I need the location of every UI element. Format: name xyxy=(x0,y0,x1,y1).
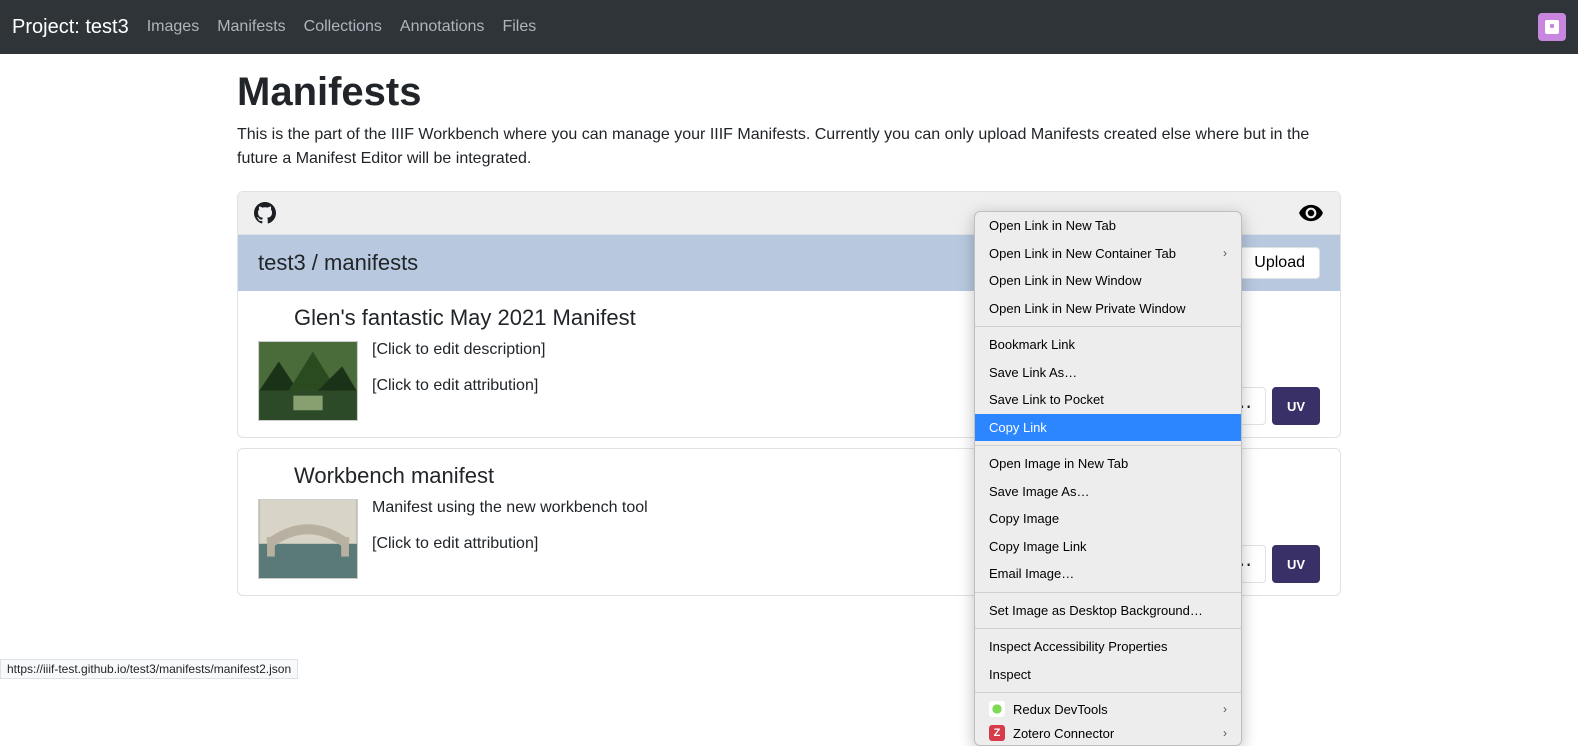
ctx-email-image[interactable]: Email Image… xyxy=(975,560,1241,588)
ctx-open-link-new-container[interactable]: Open Link in New Container Tab› xyxy=(975,240,1241,268)
ctx-ext-redux[interactable]: Redux DevTools› xyxy=(975,697,1241,721)
avatar[interactable] xyxy=(1538,13,1566,41)
ctx-ext-zotero[interactable]: ZZotero Connector› xyxy=(975,721,1241,745)
ctx-separator xyxy=(975,326,1241,327)
context-menu: Open Link in New Tab Open Link in New Co… xyxy=(974,211,1242,746)
status-url: https://iiif-test.github.io/test3/manife… xyxy=(0,659,298,679)
github-icon[interactable] xyxy=(254,202,276,224)
upload-button[interactable]: Upload xyxy=(1239,247,1320,279)
ctx-copy-link[interactable]: Copy Link xyxy=(975,414,1241,442)
nav-link-manifests[interactable]: Manifests xyxy=(217,18,285,36)
zotero-icon: Z xyxy=(989,725,1005,741)
page-title: Manifests xyxy=(237,70,1341,115)
ctx-open-image-new-tab[interactable]: Open Image in New Tab xyxy=(975,450,1241,478)
ctx-copy-image-link[interactable]: Copy Image Link xyxy=(975,533,1241,561)
ctx-copy-image[interactable]: Copy Image xyxy=(975,505,1241,533)
ctx-open-link-new-window[interactable]: Open Link in New Window xyxy=(975,267,1241,295)
uv-button[interactable]: UV xyxy=(1272,387,1320,425)
eye-icon[interactable] xyxy=(1298,200,1324,226)
ctx-save-image-as[interactable]: Save Image As… xyxy=(975,478,1241,506)
nav-link-images[interactable]: Images xyxy=(147,18,199,36)
chevron-right-icon: › xyxy=(1223,702,1227,716)
ctx-separator xyxy=(975,628,1241,629)
nav-link-files[interactable]: Files xyxy=(502,18,536,36)
ctx-save-link-as[interactable]: Save Link As… xyxy=(975,359,1241,387)
project-title: Project: test3 xyxy=(12,16,129,39)
uv-button[interactable]: UV xyxy=(1272,545,1320,583)
chevron-right-icon: › xyxy=(1223,726,1227,740)
chevron-right-icon: › xyxy=(1223,244,1227,262)
ctx-separator xyxy=(975,592,1241,593)
ctx-bookmark-link[interactable]: Bookmark Link xyxy=(975,331,1241,359)
ctx-separator xyxy=(975,445,1241,446)
nav-link-collections[interactable]: Collections xyxy=(304,18,382,36)
breadcrumb[interactable]: test3 / manifests xyxy=(258,250,418,276)
ctx-open-link-new-tab[interactable]: Open Link in New Tab xyxy=(975,212,1241,240)
redux-icon xyxy=(989,701,1005,717)
manifest-thumbnail[interactable] xyxy=(258,499,358,579)
ctx-separator xyxy=(975,692,1241,693)
navbar: Project: test3 Images Manifests Collecti… xyxy=(0,0,1578,54)
ctx-open-link-private[interactable]: Open Link in New Private Window xyxy=(975,295,1241,323)
nav-link-annotations[interactable]: Annotations xyxy=(400,18,485,36)
ctx-inspect[interactable]: Inspect xyxy=(975,661,1241,689)
page-intro: This is the part of the IIIF Workbench w… xyxy=(237,123,1341,171)
ctx-set-desktop-bg[interactable]: Set Image as Desktop Background… xyxy=(975,597,1241,625)
nav-left: Project: test3 Images Manifests Collecti… xyxy=(12,16,536,39)
manifest-thumbnail[interactable] xyxy=(258,341,358,421)
nav-right xyxy=(1538,13,1566,41)
ctx-save-link-pocket[interactable]: Save Link to Pocket xyxy=(975,386,1241,414)
ctx-inspect-a11y[interactable]: Inspect Accessibility Properties xyxy=(975,633,1241,661)
